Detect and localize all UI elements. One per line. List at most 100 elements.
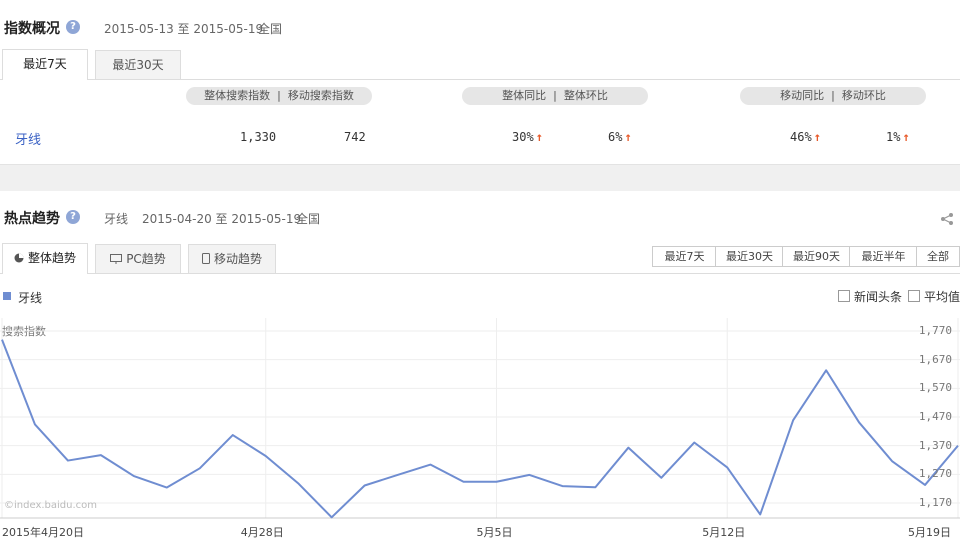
header-overall-mom: 整体环比 [563,89,608,102]
share-icon[interactable] [940,212,954,226]
section-divider [0,164,960,191]
data-point[interactable] [690,439,698,447]
overview-title: 指数概况 [4,21,60,37]
data-point[interactable] [888,457,896,465]
data-point[interactable] [525,471,533,479]
tab-pc-trend[interactable]: PC趋势 [95,244,181,273]
header-mobile-mom: 移动环比 [841,89,886,102]
phone-icon [201,253,210,264]
data-point[interactable] [394,471,402,479]
checkbox-label: 平均值 [924,290,960,304]
range-button-half-year[interactable]: 最近半年 [849,246,918,267]
tab-overall-trend[interactable]: 整体趋势 [2,243,88,274]
x-tick-label: 4月28日 [240,526,284,539]
data-point[interactable] [921,481,929,489]
trend-chart [0,318,960,521]
tab-baseline [0,79,960,80]
data-point[interactable] [558,482,566,490]
header-overall-yoy: 整体同比 [502,89,547,102]
up-arrow-icon: ↑ [624,130,632,144]
legend-label[interactable]: 牙线 [18,289,42,306]
header-separator: | [553,89,557,102]
help-icon[interactable]: ? [66,20,80,34]
header-pill-search-index: 整体搜索指数 | 移动搜索指数 [186,87,372,105]
data-point[interactable] [163,484,171,492]
overall-index-value: 1,330 [240,130,277,144]
header-separator: | [277,89,281,102]
range-button-30-days[interactable]: 最近30天 [715,246,784,267]
overall-yoy-value: 30% ↑ [512,130,543,144]
keyword-link[interactable]: 牙线 [15,129,41,148]
data-point[interactable] [427,461,435,469]
trend-region: 全国 [296,212,321,226]
data-point[interactable] [0,336,6,344]
data-point[interactable] [492,478,500,486]
data-point[interactable] [31,420,39,428]
range-button-7-days[interactable]: 最近7天 [652,246,717,267]
data-point[interactable] [196,464,204,472]
data-point[interactable] [460,478,468,486]
overview-date-range: 2015-05-13 至 2015-05-19 [104,22,264,36]
data-point[interactable] [657,474,665,482]
data-point[interactable] [822,366,830,374]
data-point[interactable] [361,482,369,490]
y-tick-label: 1,770 [918,324,952,337]
monitor-icon [110,254,123,264]
overall-mom-text: 6% [608,130,623,144]
data-point[interactable] [789,416,797,424]
legend-swatch [3,292,11,300]
mobile-mom-text: 1% [886,130,901,144]
x-tick-label: 5月5日 [476,526,513,539]
tab-label: PC趋势 [126,252,166,266]
tab-label: 整体趋势 [27,251,76,265]
checkbox-icon [908,290,920,302]
header-overall-index: 整体搜索指数 [204,89,271,102]
data-point[interactable] [229,431,237,439]
help-icon[interactable]: ? [66,210,80,224]
tab-last-30-days[interactable]: 最近30天 [95,50,181,79]
header-pill-overall-change: 整体同比 | 整体环比 [462,87,648,105]
x-tick-label: 5月19日 [908,526,951,539]
overall-mom-value: 6% ↑ [608,130,632,144]
data-point[interactable] [591,483,599,491]
data-point[interactable] [295,480,303,488]
data-point[interactable] [262,452,270,460]
series-line[interactable] [1,339,959,519]
data-point[interactable] [328,513,336,521]
watermark: ©index.baidu.com [4,500,98,511]
tab-label: 最近7天 [23,57,67,71]
data-point[interactable] [624,444,632,452]
checkbox-icon [838,290,850,302]
trend-keyword: 牙线 [104,212,129,226]
overview-region: 全国 [258,22,283,36]
y-tick-label: 1,270 [918,467,952,481]
y-tick-label: 1,470 [918,410,952,423]
data-point[interactable] [855,418,863,426]
trend-title: 热点趋势 [4,211,60,227]
data-point[interactable] [723,463,731,471]
data-point[interactable] [64,457,72,465]
data-point[interactable] [756,510,764,518]
mobile-yoy-value: 46% ↑ [790,130,821,144]
data-point[interactable] [130,472,138,480]
y-tick-label: 1,170 [918,496,952,509]
tab-mobile-trend[interactable]: 移动趋势 [188,244,276,273]
average-checkbox[interactable]: 平均值 [908,288,960,305]
range-button-all[interactable]: 全部 [916,246,960,267]
range-button-90-days[interactable]: 最近90天 [782,246,851,267]
overall-yoy-text: 30% [512,130,534,144]
header-mobile-index: 移动搜索指数 [287,89,354,102]
data-point[interactable] [97,451,105,459]
news-headline-checkbox[interactable]: 新闻头条 [838,288,902,305]
tab-last-7-days[interactable]: 最近7天 [2,49,88,80]
y-tick-label: 1,670 [918,352,952,366]
mobile-index-value: 742 [344,130,366,144]
x-tick-label: 2015年4月20日 [2,526,84,539]
checkbox-label: 新闻头条 [854,290,903,304]
up-arrow-icon: ↑ [535,130,543,144]
pie-chart-icon [14,253,24,263]
up-arrow-icon: ↑ [902,130,910,144]
y-tick-label: 1,570 [918,381,952,395]
tab-label: 移动趋势 [213,252,262,266]
trend-tab-baseline [0,273,960,274]
